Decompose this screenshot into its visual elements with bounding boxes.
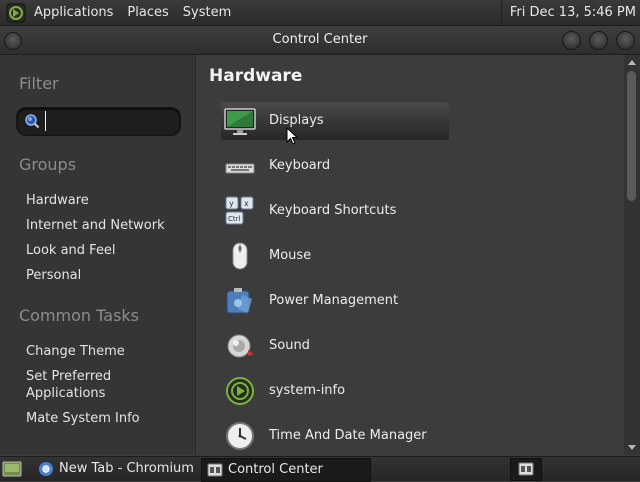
svg-text:y: y bbox=[229, 199, 234, 208]
clock[interactable]: Fri Dec 13, 5:46 PM bbox=[500, 0, 636, 25]
item-label: Displays bbox=[269, 113, 324, 128]
task-set-preferred-applications[interactable]: Set Preferred Applications bbox=[26, 368, 111, 402]
item-label: Time And Date Manager bbox=[269, 428, 427, 443]
search-icon bbox=[25, 114, 40, 129]
clock-icon bbox=[226, 422, 254, 450]
keyboard-shortcuts-icon: y x Ctrl bbox=[225, 196, 254, 225]
display-icon bbox=[224, 108, 256, 135]
taskbar-item-label: Control Center bbox=[228, 462, 323, 477]
item-keyboard[interactable]: Keyboard bbox=[221, 147, 449, 185]
vertical-scrollbar[interactable] bbox=[624, 55, 640, 455]
maximize-button[interactable] bbox=[589, 31, 608, 50]
common-tasks-heading: Common Tasks bbox=[19, 306, 140, 325]
item-label: Keyboard bbox=[269, 158, 331, 173]
keyboard-icon bbox=[225, 163, 255, 174]
item-power-management[interactable]: Power Management bbox=[221, 282, 449, 320]
section-title: Hardware bbox=[209, 66, 303, 86]
svg-text:Ctrl: Ctrl bbox=[228, 215, 241, 223]
group-look-and-feel[interactable]: Look and Feel bbox=[26, 242, 116, 259]
taskbar-item-chromium[interactable]: New Tab - Chromium bbox=[33, 458, 198, 480]
system-menu[interactable]: System bbox=[176, 0, 238, 25]
group-personal[interactable]: Personal bbox=[26, 267, 81, 284]
show-desktop-icon[interactable] bbox=[2, 460, 22, 478]
scrollbar-thumb[interactable] bbox=[627, 71, 636, 201]
scroll-down-arrow-icon[interactable] bbox=[628, 445, 636, 450]
item-system-info[interactable]: system-info bbox=[221, 372, 449, 410]
item-keyboard-shortcuts[interactable]: y x Ctrl Keyboard Shortcuts bbox=[221, 192, 449, 230]
taskbar-item-label: New Tab - Chromium bbox=[59, 461, 194, 476]
task-mate-system-info[interactable]: Mate System Info bbox=[26, 410, 140, 427]
task-change-theme[interactable]: Change Theme bbox=[26, 343, 125, 360]
places-menu[interactable]: Places bbox=[120, 0, 175, 25]
bottom-panel: New Tab - Chromium Control Center bbox=[0, 456, 640, 482]
workspace-switcher[interactable] bbox=[510, 458, 542, 481]
item-time-and-date-manager[interactable]: Time And Date Manager bbox=[221, 417, 449, 455]
search-box[interactable] bbox=[16, 107, 181, 136]
item-label: Power Management bbox=[269, 293, 399, 308]
window-title: Control Center bbox=[272, 32, 368, 47]
group-internet-and-network[interactable]: Internet and Network bbox=[26, 217, 165, 234]
sound-icon bbox=[227, 334, 254, 358]
item-label: Sound bbox=[269, 338, 310, 353]
search-input[interactable] bbox=[45, 111, 174, 131]
item-sound[interactable]: Sound bbox=[221, 327, 449, 365]
scroll-up-arrow-icon[interactable] bbox=[628, 60, 636, 65]
power-management-icon bbox=[226, 288, 252, 314]
taskbar-item-control-center[interactable]: Control Center bbox=[201, 458, 371, 482]
item-label: Mouse bbox=[269, 248, 312, 263]
control-center-icon bbox=[207, 463, 223, 477]
top-panel: Applications Places System Fri Dec 13, 5… bbox=[0, 0, 640, 26]
sidebar: Filter Groups Hardware Internet and Netw… bbox=[0, 55, 196, 455]
window-titlebar[interactable]: Control Center bbox=[0, 26, 640, 55]
system-info-icon bbox=[226, 377, 254, 405]
item-label: system-info bbox=[269, 383, 346, 398]
item-label: Keyboard Shortcuts bbox=[269, 203, 397, 218]
mate-logo-icon[interactable] bbox=[6, 3, 26, 23]
groups-heading: Groups bbox=[19, 155, 77, 174]
close-button[interactable] bbox=[616, 31, 635, 50]
chromium-icon bbox=[39, 462, 53, 476]
control-center-icon bbox=[518, 462, 534, 476]
item-displays[interactable]: Displays bbox=[221, 102, 449, 140]
item-mouse[interactable]: Mouse bbox=[221, 237, 449, 275]
minimize-button[interactable] bbox=[562, 31, 581, 50]
mouse-icon bbox=[232, 242, 248, 270]
svg-text:x: x bbox=[244, 199, 249, 208]
filter-heading: Filter bbox=[19, 74, 59, 93]
main-panel: Hardware Displays Keyboard y x Ctrl Keyb… bbox=[196, 55, 622, 455]
group-hardware[interactable]: Hardware bbox=[26, 192, 89, 209]
applications-menu[interactable]: Applications bbox=[32, 0, 120, 25]
